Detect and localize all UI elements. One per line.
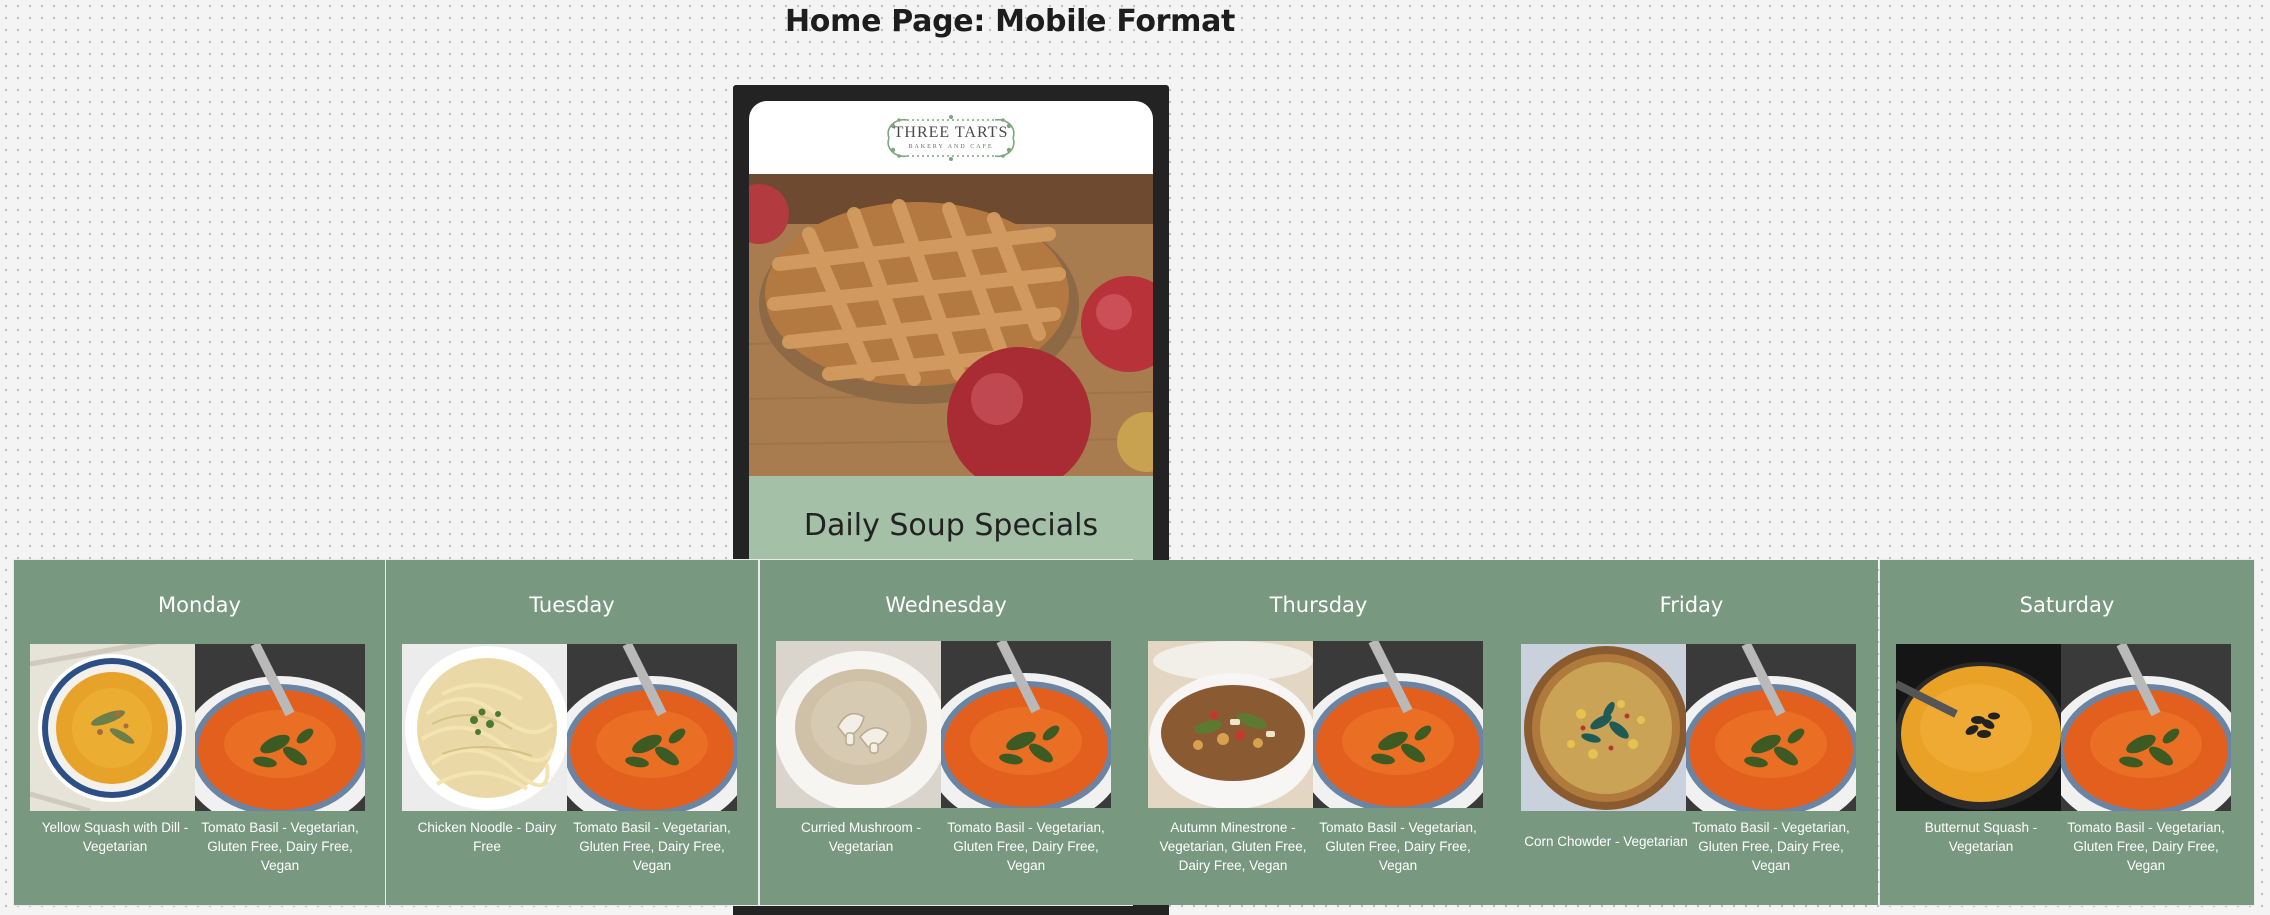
day-panel-saturday: Saturday Butternut Squash - Vegetarian T… [1879,559,2255,906]
soup-photo-curried-mushroom [776,641,946,808]
soup-caption: Tomato Basil - Vegetarian, Gluten Free, … [1692,820,1850,873]
day-title: Saturday [2019,593,2115,617]
soup-photo-tomato-basil [1313,641,1483,808]
soup-caption: Tomato Basil - Vegetarian, Gluten Free, … [947,820,1105,873]
soup-caption: Tomato Basil - Vegetarian, Gluten Free, … [573,820,731,873]
soup-photo-corn-chowder [1521,644,1691,811]
days-section: Monday Yellow Squash with Dill - Vegetar… [13,559,2255,906]
soup-caption: Butternut Squash - Vegetarian [1924,820,2038,854]
soup-photo-autumn-minestrone [1148,641,1318,808]
site-logo[interactable]: THREE TARTS BAKERY AND CAFE [881,110,1021,166]
soup-photo-tomato-basil [941,641,1111,808]
soup-caption: Curried Mushroom - Vegetarian [800,820,922,854]
day-panel-tuesday: Tuesday Chicken Noodle - Dairy Free Toma… [385,559,759,906]
soup-caption: Tomato Basil - Vegetarian, Gluten Free, … [201,820,359,873]
soup-caption: Corn Chowder - Vegetarian [1524,834,1688,849]
site-header: THREE TARTS BAKERY AND CAFE [749,101,1153,175]
day-panel-thursday: Thursday Autumn Minestrone - Vegetarian,… [1132,560,1505,905]
page-title: Home Page: Mobile Format [785,4,1236,39]
day-title: Thursday [1269,593,1368,617]
soup-caption: Yellow Squash with Dill - Vegetarian [41,820,189,854]
soup-photo-tomato-basil [195,644,365,811]
day-title: Monday [158,593,241,617]
day-panel-wednesday: Wednesday Curried Mushroom - Vegetarian … [759,559,1133,906]
day-title: Wednesday [885,593,1007,617]
logo-tagline: BAKERY AND CAFE [908,144,994,150]
soup-photo-yellow-squash [30,644,200,811]
soup-caption: Autumn Minestrone - Vegetarian, Gluten F… [1159,820,1307,873]
hero-image-pie [749,174,1153,476]
soup-photo-tomato-basil [567,644,737,811]
day-title: Tuesday [529,593,615,617]
logo-name: THREE TARTS [893,124,1009,141]
soup-photo-tomato-basil [1686,644,1856,811]
soup-photo-chicken-noodle [402,644,572,811]
day-panel-friday: Friday Corn Chowder - Vegetarian Tomato … [1505,560,1878,905]
soup-caption: Tomato Basil - Vegetarian, Gluten Free, … [2067,820,2225,873]
soup-caption: Chicken Noodle - Dairy Free [417,820,557,854]
day-title: Friday [1659,593,1724,617]
soup-caption: Tomato Basil - Vegetarian, Gluten Free, … [1319,820,1477,873]
day-panel-monday: Monday Yellow Squash with Dill - Vegetar… [13,559,386,906]
daily-specials-heading: Daily Soup Specials [803,508,1099,543]
soup-photo-tomato-basil [2061,644,2231,811]
soup-photo-butternut-squash [1896,644,2066,811]
